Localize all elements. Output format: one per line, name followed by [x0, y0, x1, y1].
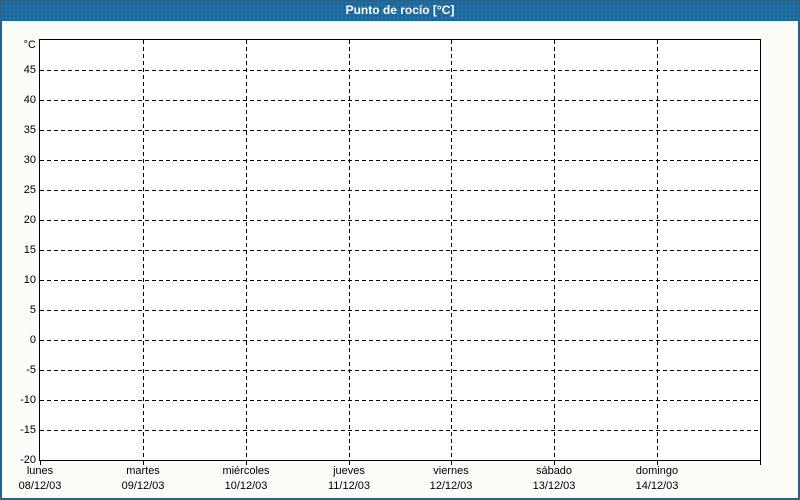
day-name: jueves	[333, 465, 365, 477]
h-gridline	[40, 100, 760, 101]
chart-title-bar: Punto de rocío [°C]	[0, 0, 800, 21]
day-name: lunes	[26, 465, 54, 477]
x-axis-day-label: martes 09/12/03	[91, 464, 195, 494]
y-axis-unit-label: °C	[23, 39, 36, 51]
h-gridline	[40, 160, 760, 161]
y-axis-tick-label: -5	[26, 364, 36, 376]
day-date: 10/12/03	[224, 480, 268, 492]
y-axis-tick-label: 20	[23, 214, 36, 226]
day-date: 13/12/03	[532, 480, 576, 492]
h-gridline	[40, 400, 760, 401]
chart-title: Punto de rocío [°C]	[345, 3, 455, 17]
v-gridline	[657, 40, 658, 460]
h-gridline	[40, 370, 760, 371]
y-axis-tick-label: -10	[20, 394, 36, 406]
day-name: domingo	[635, 465, 679, 477]
y-axis-tick-label: 10	[23, 274, 36, 286]
chart-window: Punto de rocío [°C] °C 45 40 35 30 25 20 15 10 5 0…	[0, 0, 800, 500]
day-date: 08/12/03	[18, 480, 62, 492]
y-axis-tick-label: 45	[23, 64, 36, 76]
day-name: viernes	[433, 465, 469, 477]
day-date: 14/12/03	[635, 480, 679, 492]
h-gridline	[40, 280, 760, 281]
h-gridline	[40, 340, 760, 341]
v-gridline	[451, 40, 452, 460]
day-name: sábado	[535, 465, 573, 477]
y-axis-tick-label: 35	[23, 124, 36, 136]
h-gridline	[40, 70, 760, 71]
y-axis-tick-label: 40	[23, 94, 36, 106]
v-gridline	[554, 40, 555, 460]
y-axis-tick-label: 25	[23, 184, 36, 196]
v-gridline	[349, 40, 350, 460]
x-axis-tick	[760, 461, 761, 465]
y-axis-tick-label: 5	[29, 304, 36, 316]
day-name: miércoles	[222, 465, 270, 477]
day-name: martes	[126, 465, 160, 477]
h-gridline	[40, 430, 760, 431]
y-axis-tick-label: 30	[23, 154, 36, 166]
x-axis-day-label: miércoles 10/12/03	[194, 464, 298, 494]
x-axis-day-label: lunes 08/12/03	[0, 464, 92, 494]
day-date: 09/12/03	[121, 480, 165, 492]
x-axis-day-label: viernes 12/12/03	[399, 464, 503, 494]
y-axis-tick-label: -15	[20, 424, 36, 436]
day-date: 11/12/03	[327, 480, 370, 492]
h-gridline	[40, 220, 760, 221]
day-date: 12/12/03	[429, 480, 473, 492]
x-axis-day-label: sábado 13/12/03	[502, 464, 606, 494]
x-axis-day-label: jueves 11/12/03	[297, 464, 401, 494]
h-gridline	[40, 190, 760, 191]
v-gridline	[143, 40, 144, 460]
y-axis-tick-label: 0	[29, 334, 36, 346]
h-gridline	[40, 310, 760, 311]
x-axis-day-label: domingo 14/12/03	[605, 464, 709, 494]
h-gridline	[40, 130, 760, 131]
v-gridline	[246, 40, 247, 460]
h-gridline	[40, 250, 760, 251]
plot-area	[39, 39, 761, 461]
y-axis-tick-label: 15	[23, 244, 36, 256]
